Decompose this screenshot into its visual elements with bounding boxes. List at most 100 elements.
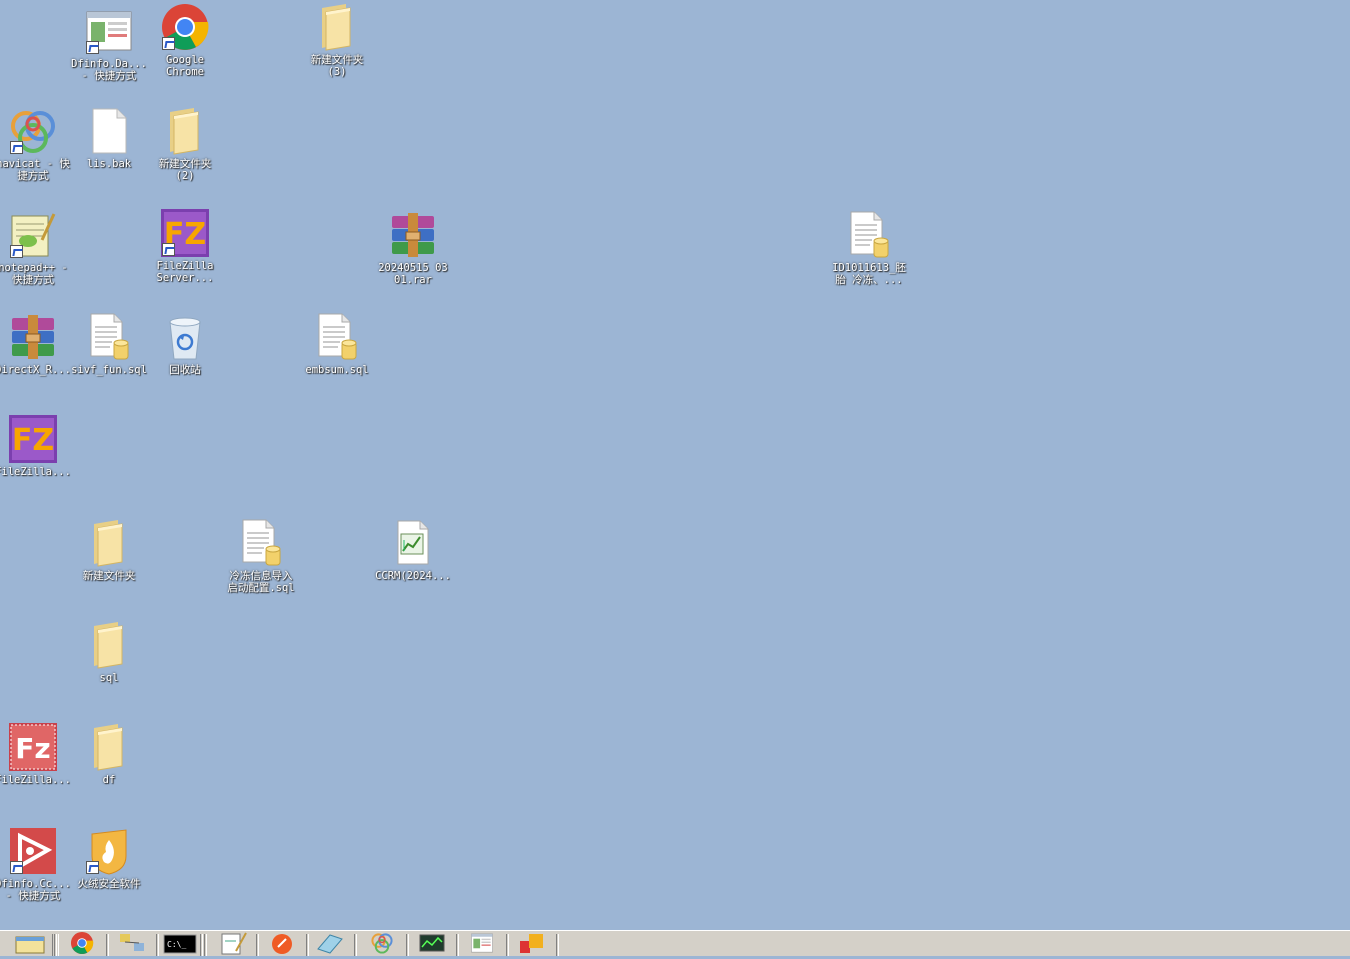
taskbar-button-chrome[interactable]	[62, 931, 102, 959]
desktop-icon-dfinfo-cc-shortcut[interactable]: Dfinfo.Cc... - 快捷方式	[0, 826, 74, 902]
svg-text:C:\_: C:\_	[167, 940, 186, 949]
chart-file-icon	[388, 518, 438, 568]
app-window-icon	[464, 931, 500, 959]
desktop-icon-label: FileZilla...	[0, 466, 71, 478]
desktop-icon-label: embsum.sql	[305, 364, 369, 376]
desktop-icon-filezilla-2[interactable]: Fz FileZilla...	[0, 722, 74, 786]
taskbar-button-notepad-task[interactable]	[212, 931, 252, 959]
desktop-icon-label: sql	[99, 672, 119, 684]
shortcut-arrow-icon	[10, 245, 23, 258]
sql-file-icon	[312, 312, 362, 362]
filezilla-red-icon: Fz	[8, 722, 58, 772]
desktop-icon-new-folder[interactable]: 新建文件夹	[68, 518, 150, 582]
taskbar-button-cmd[interactable]: C:\_	[160, 933, 200, 957]
desktop-icon-label: navicat - 快 捷方式	[0, 158, 70, 182]
eraser-icon	[312, 931, 348, 959]
folder-icon	[84, 722, 134, 772]
desktop-icon-ccrm-file[interactable]: CCRM(2024...	[372, 518, 454, 582]
desktop-icon-label: sivf_fun.sql	[71, 364, 147, 376]
desktop[interactable]: Dfinfo.Da... - 快捷方式 Google Chrome 新建文件夹 (3…	[0, 0, 1350, 930]
folder-icon	[84, 518, 134, 568]
desktop-icon-new-folder-3[interactable]: 新建文件夹 (3)	[296, 2, 378, 78]
taskbar-button-show-desktop[interactable]	[10, 933, 50, 957]
navicat-icon	[364, 931, 400, 959]
taskbar-separator	[156, 934, 159, 956]
chrome-icon	[64, 931, 100, 959]
shortcut-arrow-icon	[162, 243, 175, 256]
taskbar-button-eraser-tool[interactable]	[310, 933, 350, 957]
desktop-icon-label: Dfinfo.Cc... - 快捷方式	[0, 878, 71, 902]
taskbar-separator	[106, 934, 109, 956]
desktop-icon-embsum-sql[interactable]: embsum.sql	[296, 312, 378, 376]
desktop-icon-label: 新建文件夹 (3)	[310, 54, 364, 78]
sql-file-icon	[84, 312, 134, 362]
desktop-icon-lis-bak[interactable]: lis.bak	[68, 106, 150, 170]
shortcut-arrow-icon	[86, 41, 99, 54]
desktop-icon-label: df	[102, 774, 116, 786]
desktop-icon-label: Google Chrome	[166, 54, 204, 78]
taskbar-separator	[556, 934, 559, 956]
folder-icon	[84, 620, 134, 670]
taskbar-separator	[406, 934, 409, 956]
desktop-icon-label: 新建文件夹 (2)	[158, 158, 212, 182]
desktop-icon-label: 冷冻信息导入 启动配置.sql	[227, 570, 295, 594]
filezilla-icon: FZ	[160, 208, 210, 258]
desktop-icon-rar-20240515[interactable]: 20240515 03 01.rar	[372, 210, 454, 286]
desktop-icon-recycle-bin[interactable]: 回收站	[144, 312, 226, 376]
taskbar-separator	[354, 934, 357, 956]
monitor-icon	[414, 931, 450, 959]
network-icon	[114, 931, 150, 959]
taskbar-button-navicat-task[interactable]	[362, 933, 402, 957]
desktop-icon-id1011613-file[interactable]: ID1011613_胚 胎 冷冻、...	[828, 210, 910, 286]
desktop-icon-label: notepad++ - 快捷方式	[0, 262, 68, 286]
winrar-icon	[8, 312, 58, 362]
desktop-icon-label: DirectX_R...	[0, 364, 71, 376]
navicat-icon	[8, 106, 58, 156]
dfinfo-cc-icon	[8, 826, 58, 876]
desktop-icon-navicat-shortcut[interactable]: navicat - 快 捷方式	[0, 106, 74, 182]
desktop-icon-new-folder-2[interactable]: 新建文件夹 (2)	[144, 106, 226, 182]
filezilla-icon: FZ	[8, 414, 58, 464]
desktop-icon-sivf-fun-sql[interactable]: sivf_fun.sql	[68, 312, 150, 376]
app-window-icon	[84, 6, 134, 56]
huorong-icon	[84, 826, 134, 876]
recycle-bin-icon	[160, 312, 210, 362]
taskbar-button-monitor-tool[interactable]	[412, 933, 452, 957]
desktop-icon-label: CCRM(2024...	[375, 570, 451, 582]
svg-text:FZ: FZ	[12, 423, 54, 458]
desktop-icon-label: FileZilla...	[0, 774, 71, 786]
taskbar-separator	[54, 934, 57, 956]
desktop-icon-label: Dfinfo.Da... - 快捷方式	[71, 58, 147, 82]
taskbar-separator	[204, 934, 207, 956]
desktop-icon-filezilla-server-shortcut[interactable]: FZ FileZilla Server...	[144, 208, 226, 284]
desktop-icon-dfinfo-da-shortcut[interactable]: Dfinfo.Da... - 快捷方式	[68, 6, 150, 82]
taskbar-button-network-tool[interactable]	[112, 933, 152, 957]
desktop-icon-notepadpp-shortcut[interactable]: notepad++ - 快捷方式	[0, 210, 74, 286]
taskbar: C:\_	[0, 930, 1350, 956]
taskbar-button-shapes-tool[interactable]	[512, 933, 552, 957]
shortcut-arrow-icon	[10, 861, 23, 874]
desktop-icon-sql-folder[interactable]: sql	[68, 620, 150, 684]
desktop-icon-label: 火绒安全软件	[77, 878, 141, 890]
folder-icon	[312, 2, 362, 52]
shortcut-arrow-icon	[10, 141, 23, 154]
toolbar-grip[interactable]	[200, 934, 203, 956]
sql-file-icon	[236, 518, 286, 568]
taskbar-separator	[256, 934, 259, 956]
taskbar-button-postman[interactable]	[262, 933, 302, 957]
shapes-icon	[514, 931, 550, 959]
taskbar-separator	[456, 934, 459, 956]
desktop-icon-directx-rar[interactable]: DirectX_R...	[0, 312, 74, 376]
desktop-icon-huorong-security[interactable]: 火绒安全软件	[68, 826, 150, 890]
svg-text:Fz: Fz	[15, 732, 50, 765]
desktop-icon-freeze-import-sql[interactable]: 冷冻信息导入 启动配置.sql	[220, 518, 302, 594]
desktop-icon-label: 回收站	[169, 364, 201, 376]
desktop-icon-filezilla-1[interactable]: FZ FileZilla...	[0, 414, 74, 478]
blank-file-icon	[84, 106, 134, 156]
desktop-icon-google-chrome[interactable]: Google Chrome	[144, 2, 226, 78]
taskbar-button-app-window-task[interactable]	[462, 933, 502, 957]
taskbar-separator	[306, 934, 309, 956]
desktop-icon-label: 新建文件夹	[82, 570, 136, 582]
desktop-icon-df-folder[interactable]: df	[68, 722, 150, 786]
notepad-icon	[214, 931, 250, 959]
